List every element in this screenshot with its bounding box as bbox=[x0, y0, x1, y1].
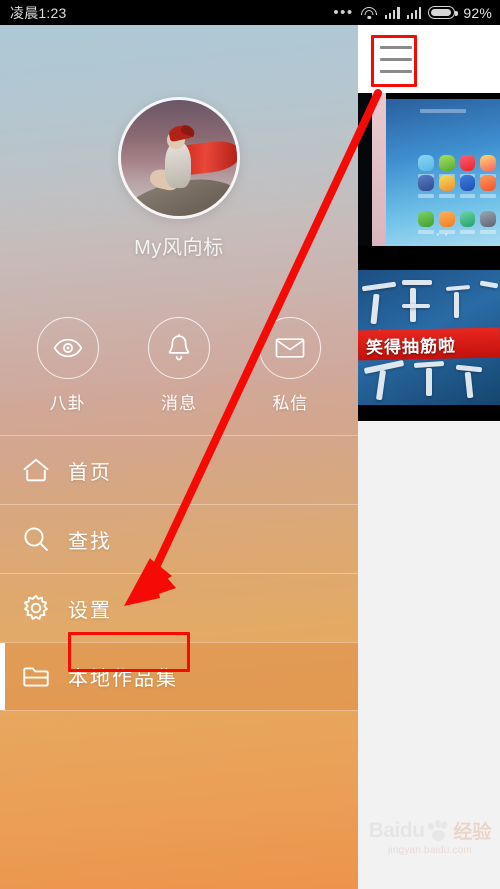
quick-action-gossip[interactable]: 八卦 bbox=[14, 317, 122, 414]
quick-action-private-message[interactable]: 私信 bbox=[236, 317, 344, 414]
thumb-app-icon bbox=[459, 174, 476, 198]
thumb-dock-icon bbox=[438, 211, 455, 234]
main-content-pane: • • 笑得抽筋啦 Baidu 经验 jingyan.baidu.com bbox=[358, 25, 500, 889]
thumb-app-icon bbox=[480, 155, 496, 178]
thumb-video-frame: 笑得抽筋啦 bbox=[358, 270, 500, 405]
folder-icon bbox=[22, 664, 68, 690]
wifi-icon bbox=[361, 6, 378, 19]
menu-item-settings[interactable]: 设置 bbox=[0, 573, 358, 642]
thumb-dock-row bbox=[418, 211, 496, 234]
battery-percent: 92% bbox=[463, 4, 492, 21]
thumb-app-icon bbox=[438, 174, 455, 198]
thumbnail-phone-home-screen[interactable]: • • bbox=[358, 93, 500, 260]
thumb-dock-icon bbox=[459, 211, 476, 234]
thumb-dock-icon bbox=[418, 211, 434, 234]
more-dots-icon: ••• bbox=[333, 3, 354, 21]
thumb-video-caption-band: 笑得抽筋啦 bbox=[358, 327, 500, 361]
thumb-app-grid bbox=[418, 155, 496, 198]
avatar-body bbox=[165, 141, 191, 189]
thumb-statusbar-line bbox=[420, 109, 466, 113]
app-header bbox=[358, 25, 500, 93]
profile-section[interactable]: My风向标 bbox=[0, 97, 358, 260]
gear-icon bbox=[22, 594, 68, 622]
status-icons: ••• 92% bbox=[333, 5, 492, 21]
thumb-app-icon bbox=[438, 155, 455, 178]
hamburger-menu-icon[interactable] bbox=[374, 37, 418, 81]
menu-item-home[interactable]: 首页 bbox=[0, 435, 358, 504]
thumb-app-icon bbox=[480, 174, 496, 198]
menu-item-local-collection[interactable]: 本地作品集 bbox=[0, 642, 358, 711]
navigation-drawer: My风向标 八卦 消息 私信 首页 查找 设置 本地作品集 bbox=[0, 25, 358, 889]
home-icon bbox=[22, 457, 68, 483]
menu-item-label: 查找 bbox=[68, 530, 112, 553]
eye-icon bbox=[36, 317, 99, 379]
thumbnail-video-calligraphy[interactable]: 笑得抽筋啦 bbox=[358, 260, 500, 421]
thumb-video-caption: 笑得抽筋啦 bbox=[365, 336, 457, 358]
watermark-brand: Baidu bbox=[368, 818, 425, 842]
thumb-bezel-bottom bbox=[358, 246, 500, 260]
avatar[interactable] bbox=[118, 97, 240, 219]
thumb-dock-icon bbox=[480, 211, 496, 234]
signal-bars-icon-2 bbox=[406, 6, 422, 19]
quick-action-label: 八卦 bbox=[49, 394, 86, 413]
thumb-app-icon bbox=[418, 174, 434, 198]
menu-item-label: 设置 bbox=[68, 599, 112, 622]
username: My风向标 bbox=[134, 237, 224, 259]
thumb-app-icon bbox=[418, 155, 434, 178]
quick-action-label: 消息 bbox=[160, 394, 197, 413]
drawer-menu: 首页 查找 设置 本地作品集 bbox=[0, 435, 358, 711]
bell-icon bbox=[147, 317, 210, 379]
status-time: 凌晨1:23 bbox=[10, 4, 67, 21]
menu-item-label: 本地作品集 bbox=[68, 668, 178, 690]
signal-bars-icon-1 bbox=[384, 6, 400, 19]
menu-item-label: 首页 bbox=[68, 461, 112, 484]
menu-item-search[interactable]: 查找 bbox=[0, 504, 358, 573]
thumb-app-icon bbox=[459, 155, 476, 178]
search-icon bbox=[22, 525, 68, 553]
watermark-url: jingyan.baidu.com bbox=[387, 845, 472, 856]
envelope-icon bbox=[259, 317, 322, 379]
watermark-brand-cn: 经验 bbox=[453, 822, 492, 843]
quick-actions-row: 八卦 消息 私信 bbox=[0, 317, 358, 414]
thumb-phone-edge bbox=[372, 93, 386, 260]
phone-screen: 凌晨1:23 ••• 92% • • 笑得抽筋啦 Baidu 经验 jingya… bbox=[0, 0, 500, 889]
status-bar: 凌晨1:23 ••• 92% bbox=[0, 0, 500, 25]
quick-action-label: 私信 bbox=[272, 394, 309, 413]
thumb-bezel-left bbox=[358, 93, 372, 260]
thumb-screen-content: • • bbox=[386, 99, 500, 246]
baidu-paw-icon bbox=[427, 819, 450, 842]
battery-icon bbox=[428, 6, 458, 19]
baidu-jingyan-watermark: Baidu 经验 jingyan.baidu.com bbox=[368, 817, 492, 869]
quick-action-messages[interactable]: 消息 bbox=[125, 317, 233, 414]
